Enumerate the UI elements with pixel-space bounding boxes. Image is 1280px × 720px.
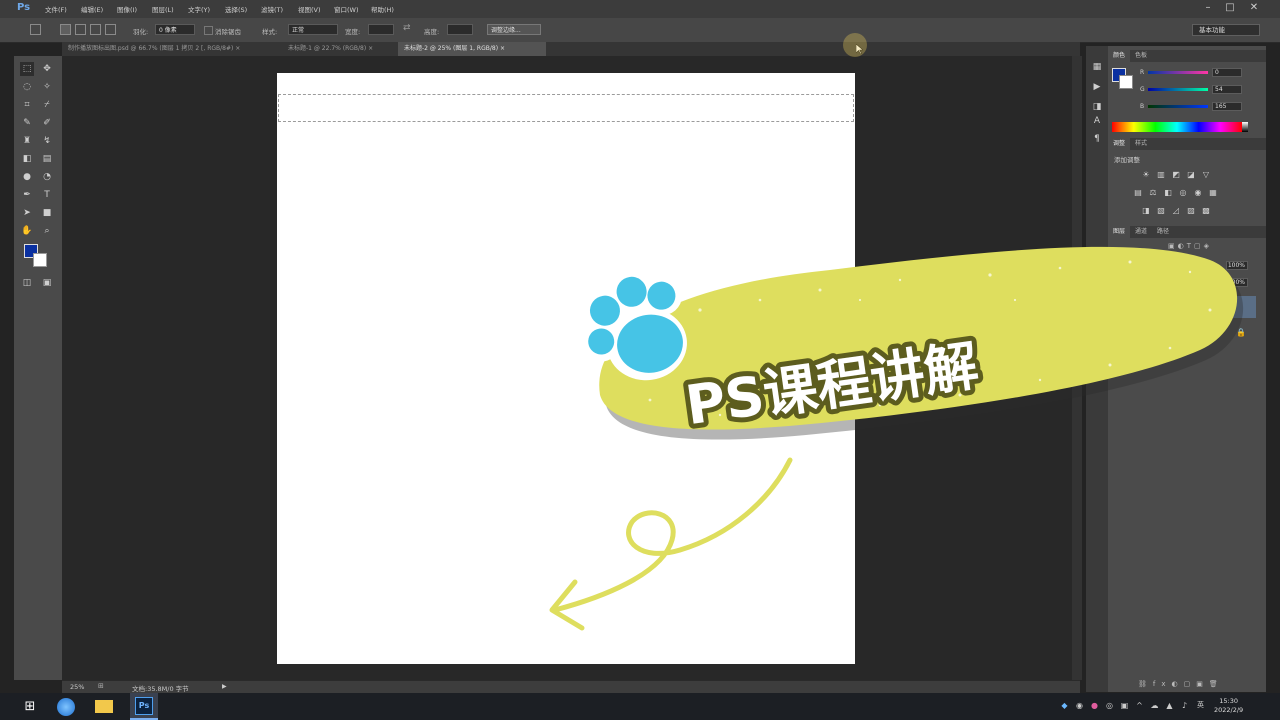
tray-wifi-icon[interactable]: ▲: [1165, 701, 1174, 710]
tray-app3-icon[interactable]: ◎: [1105, 701, 1114, 710]
file-explorer-taskbar-icon[interactable]: [90, 694, 118, 719]
tray-app-icon[interactable]: ◆: [1060, 701, 1069, 710]
input-method-indicator[interactable]: 英: [1196, 701, 1205, 710]
tray-app2-icon[interactable]: ●: [1090, 701, 1099, 710]
cursor-highlight: [843, 33, 867, 57]
taskbar-clock[interactable]: 15:30 2022/2/9: [1214, 697, 1243, 715]
tray-chevron-icon[interactable]: ^: [1135, 701, 1144, 710]
tray-cloud-icon[interactable]: ☁: [1150, 701, 1159, 710]
taskbar: ⊞ Ps: [0, 693, 1280, 720]
tray-volume-icon[interactable]: ♪: [1180, 701, 1189, 710]
browser-taskbar-icon[interactable]: [52, 694, 80, 719]
windows-start-icon[interactable]: ⊞: [16, 694, 44, 719]
photoshop-taskbar-icon[interactable]: Ps: [130, 693, 158, 720]
tray-app4-icon[interactable]: ▣: [1120, 701, 1129, 710]
curly-arrow-icon: [549, 457, 793, 631]
overlay-graphics: PS课程讲解: [549, 246, 1244, 631]
tray-network-icon[interactable]: ◉: [1075, 701, 1084, 710]
clock-date: 2022/2/9: [1214, 706, 1244, 714]
clock-time: 15:30: [1219, 697, 1238, 705]
